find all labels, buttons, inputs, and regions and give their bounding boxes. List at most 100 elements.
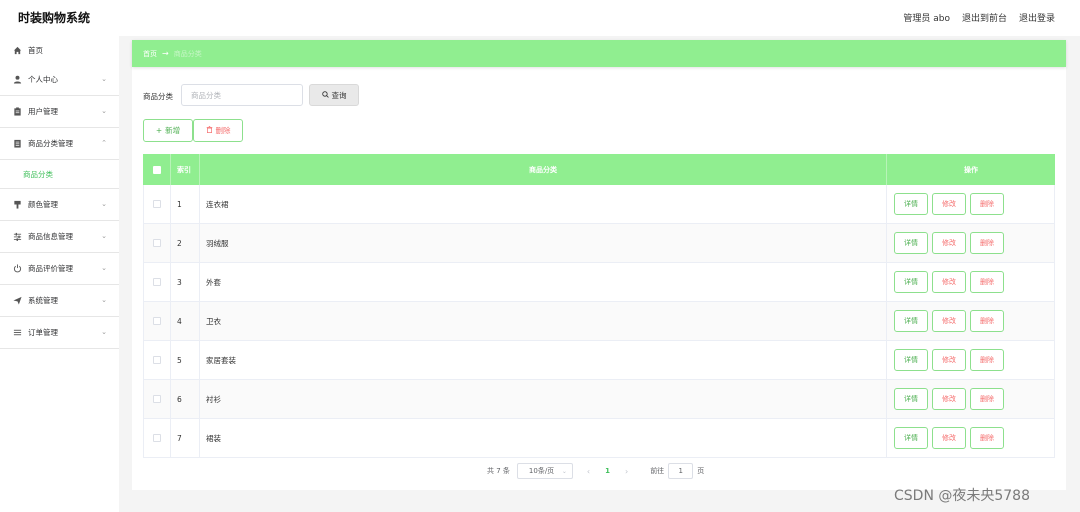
- sidebar-item-category-mgmt[interactable]: 商品分类管理 ⌃: [0, 128, 119, 160]
- row-delete-button[interactable]: 删除: [970, 193, 1004, 215]
- to-front-link[interactable]: 退出到前台: [962, 11, 1007, 24]
- row-checkbox-cell: [144, 185, 171, 223]
- page-size-select[interactable]: 10条/页 ⌄: [516, 463, 573, 479]
- table-row: 7 裙装 详情 修改 删除: [143, 419, 1055, 458]
- edit-button[interactable]: 修改: [932, 193, 966, 215]
- row-category-name: 裙装: [200, 419, 887, 457]
- plus-icon: +: [155, 126, 163, 135]
- detail-button[interactable]: 详情: [894, 271, 928, 293]
- row-actions: 详情 修改 删除: [887, 341, 1054, 379]
- header-index: 索引: [171, 154, 200, 185]
- detail-button[interactable]: 详情: [894, 388, 928, 410]
- edit-button[interactable]: 修改: [932, 427, 966, 449]
- sidebar-item-review-mgmt[interactable]: 商品评价管理 ⌄: [0, 253, 119, 285]
- row-checkbox-cell: [144, 419, 171, 457]
- chevron-down-icon: ⌄: [101, 75, 107, 83]
- prev-page-button[interactable]: ‹: [587, 467, 590, 476]
- detail-button[interactable]: 详情: [894, 193, 928, 215]
- row-actions: 详情 修改 删除: [887, 224, 1054, 262]
- search-icon: [321, 90, 329, 100]
- trash-icon: [206, 126, 213, 135]
- row-checkbox-cell: [144, 224, 171, 262]
- search-label: 商品分类: [143, 92, 173, 101]
- sidebar-item-label: 商品分类管理: [28, 139, 73, 148]
- row-category-name: 衬衫: [200, 380, 887, 418]
- row-category-name: 外套: [200, 263, 887, 301]
- query-button[interactable]: 查询: [309, 84, 359, 106]
- edit-button[interactable]: 修改: [932, 232, 966, 254]
- row-actions: 详情 修改 删除: [887, 185, 1054, 223]
- sidebar-item-label: 颜色管理: [28, 200, 58, 209]
- row-index: 2: [171, 224, 200, 262]
- row-delete-button[interactable]: 删除: [970, 427, 1004, 449]
- arrow-right-icon: →: [162, 49, 169, 58]
- chevron-down-icon: ⌄: [101, 328, 107, 336]
- sidebar-item-users[interactable]: 用户管理 ⌄: [0, 96, 119, 128]
- row-checkbox[interactable]: [153, 434, 161, 442]
- sidebar-item-color-mgmt[interactable]: 颜色管理 ⌄: [0, 189, 119, 221]
- row-checkbox[interactable]: [153, 200, 161, 208]
- detail-button[interactable]: 详情: [894, 232, 928, 254]
- goto-suffix: 页: [697, 467, 705, 475]
- row-delete-button[interactable]: 删除: [970, 349, 1004, 371]
- row-checkbox[interactable]: [153, 395, 161, 403]
- row-index: 4: [171, 302, 200, 340]
- row-category-name: 家居套装: [200, 341, 887, 379]
- delete-button[interactable]: 删除: [193, 119, 243, 142]
- row-delete-button[interactable]: 删除: [970, 232, 1004, 254]
- detail-button[interactable]: 详情: [894, 349, 928, 371]
- row-checkbox[interactable]: [153, 278, 161, 286]
- edit-button[interactable]: 修改: [932, 310, 966, 332]
- top-header: 时装购物系统 管理员 abo 退出到前台 退出登录: [0, 0, 1080, 36]
- sidebar-item-profile[interactable]: 个人中心 ⌄: [0, 64, 119, 96]
- row-category-name: 卫衣: [200, 302, 887, 340]
- clipboard-icon: [13, 107, 22, 116]
- row-index: 3: [171, 263, 200, 301]
- app-title: 时装购物系统: [18, 11, 91, 25]
- delete-button-label: 删除: [215, 126, 231, 135]
- table-row: 6 衬衫 详情 修改 删除: [143, 380, 1055, 419]
- edit-button[interactable]: 修改: [932, 271, 966, 293]
- chevron-down-icon: ⌄: [101, 264, 107, 272]
- sidebar-subitem-category[interactable]: 商品分类: [0, 160, 119, 189]
- sidebar-item-product-info[interactable]: 商品信息管理 ⌄: [0, 221, 119, 253]
- goto-page-input[interactable]: 1: [668, 463, 694, 479]
- table-row: 4 卫衣 详情 修改 删除: [143, 302, 1055, 341]
- chevron-down-icon: ⌄: [101, 296, 107, 304]
- row-checkbox[interactable]: [153, 317, 161, 325]
- breadcrumb-home[interactable]: 首页: [143, 49, 157, 59]
- sidebar-item-label: 系统管理: [28, 296, 58, 305]
- edit-button[interactable]: 修改: [932, 349, 966, 371]
- add-button[interactable]: + 新增: [143, 119, 193, 142]
- sidebar-item-orders[interactable]: 订单管理 ⌄: [0, 317, 119, 349]
- edit-button[interactable]: 修改: [932, 388, 966, 410]
- select-all-checkbox[interactable]: [152, 165, 161, 174]
- row-checkbox[interactable]: [153, 239, 161, 247]
- row-delete-button[interactable]: 删除: [970, 388, 1004, 410]
- row-delete-button[interactable]: 删除: [970, 271, 1004, 293]
- sidebar-item-label: 首页: [28, 45, 43, 55]
- sidebar-item-label: 商品信息管理: [28, 232, 73, 241]
- table-row: 5 家居套装 详情 修改 删除: [143, 341, 1055, 380]
- row-actions: 详情 修改 删除: [887, 263, 1054, 301]
- detail-button[interactable]: 详情: [894, 427, 928, 449]
- row-category-name: 连衣裙: [200, 185, 887, 223]
- table-row: 3 外套 详情 修改 删除: [143, 263, 1055, 302]
- page-size-value: 10条/页: [528, 467, 555, 475]
- detail-button[interactable]: 详情: [894, 310, 928, 332]
- page-number-current[interactable]: 1: [605, 467, 610, 475]
- sidebar-item-label: 用户管理: [28, 107, 58, 116]
- sidebar-item-system[interactable]: 系统管理 ⌄: [0, 285, 119, 317]
- breadcrumb: 首页 → 商品分类: [132, 40, 1066, 67]
- row-delete-button[interactable]: 删除: [970, 310, 1004, 332]
- chevron-down-icon: ⌄: [101, 107, 107, 115]
- category-search-input[interactable]: [181, 84, 303, 106]
- row-actions: 详情 修改 删除: [887, 419, 1054, 457]
- logout-link[interactable]: 退出登录: [1019, 11, 1055, 24]
- next-page-button[interactable]: ›: [625, 467, 628, 476]
- row-checkbox[interactable]: [153, 356, 161, 364]
- sidebar-item-label: 订单管理: [28, 328, 58, 337]
- sidebar-item-home[interactable]: 首页: [0, 36, 119, 64]
- header-actions: 操作: [964, 165, 978, 174]
- goto-prefix: 前往: [650, 467, 665, 475]
